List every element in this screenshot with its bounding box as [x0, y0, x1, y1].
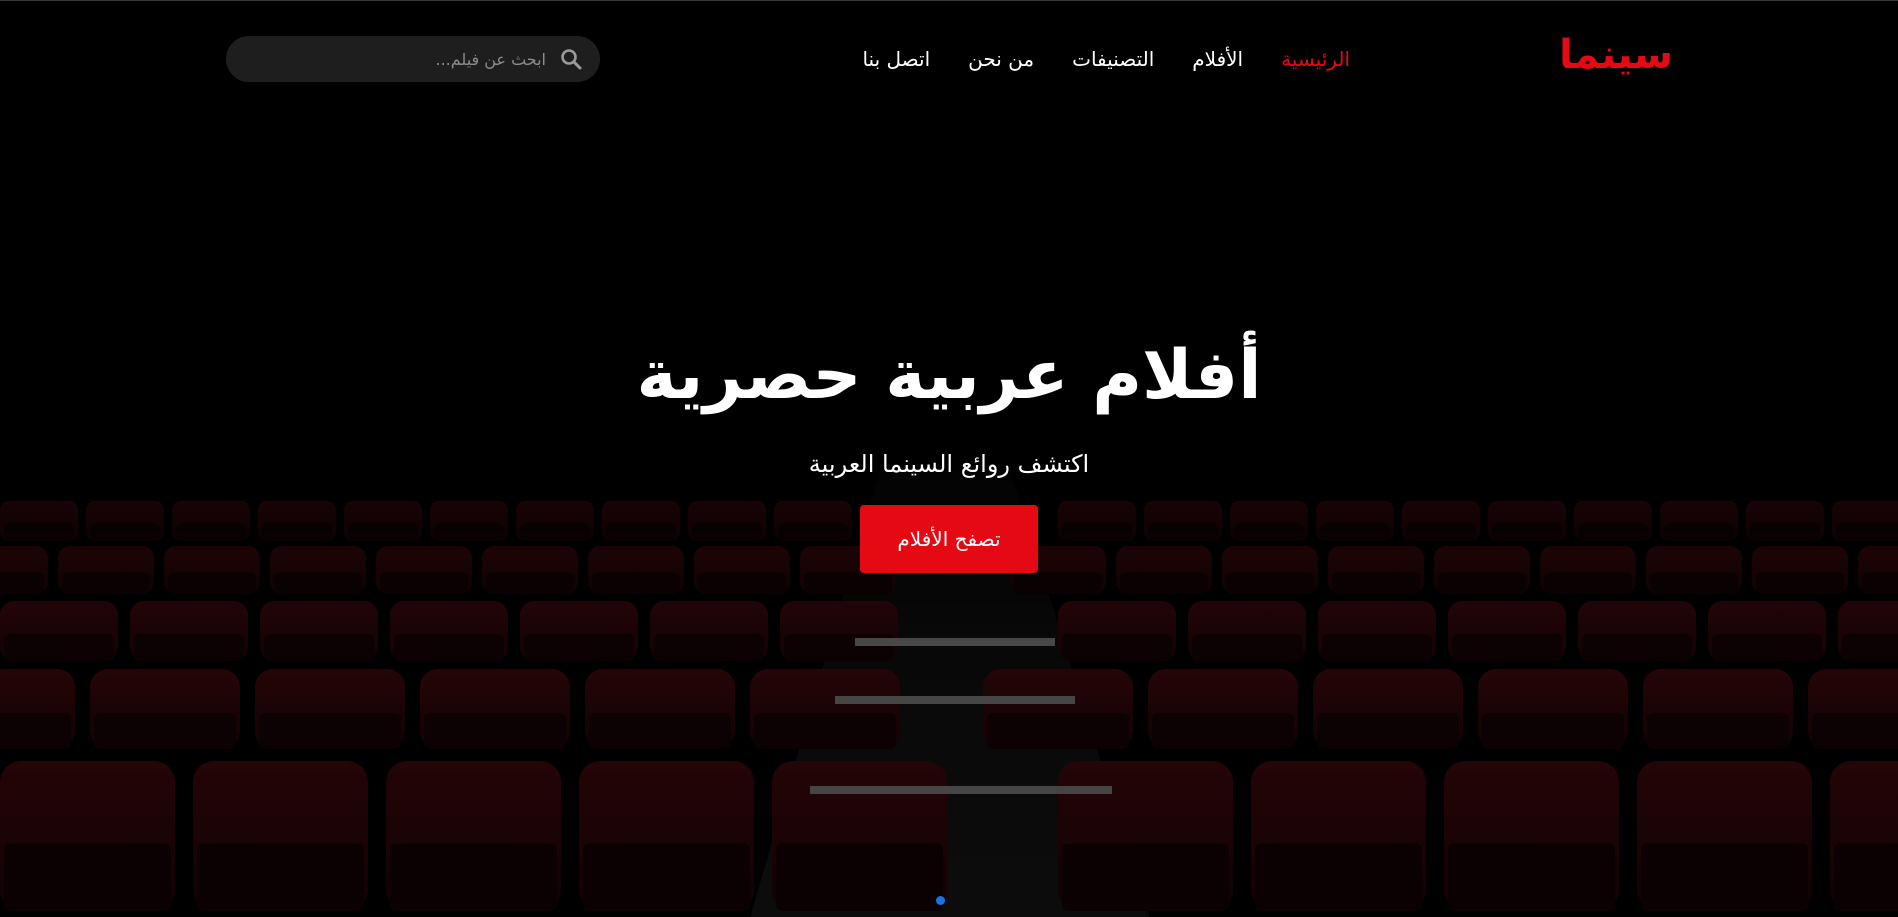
main-nav: الرئيسية الأفلام التصنيفات من نحن اتصل ب… — [862, 45, 1350, 73]
hero-title: أفلام عربية حصرية — [636, 336, 1262, 415]
nav-item-home[interactable]: الرئيسية — [1281, 45, 1350, 73]
browse-movies-button[interactable]: تصفح الأفلام — [860, 505, 1038, 573]
search-input[interactable] — [246, 38, 548, 80]
carousel-indicator-dot[interactable] — [936, 896, 945, 905]
site-header: سينما الرئيسية الأفلام التصنيفات من نحن … — [0, 1, 1898, 117]
nav-item-categories[interactable]: التصنيفات — [1072, 45, 1154, 73]
search-bar — [226, 36, 600, 82]
hero-subtitle: اكتشف روائع السينما العربية — [808, 450, 1090, 478]
nav-item-about[interactable]: من نحن — [968, 45, 1034, 73]
nav-item-movies[interactable]: الأفلام — [1192, 45, 1243, 73]
hero-section: أفلام عربية حصرية اكتشف روائع السينما ال… — [0, 331, 1898, 573]
page: سينما الرئيسية الأفلام التصنيفات من نحن … — [0, 0, 1898, 917]
nav-item-contact[interactable]: اتصل بنا — [862, 45, 930, 73]
search-icon[interactable] — [560, 48, 582, 70]
site-logo[interactable]: سينما — [1559, 35, 1673, 75]
